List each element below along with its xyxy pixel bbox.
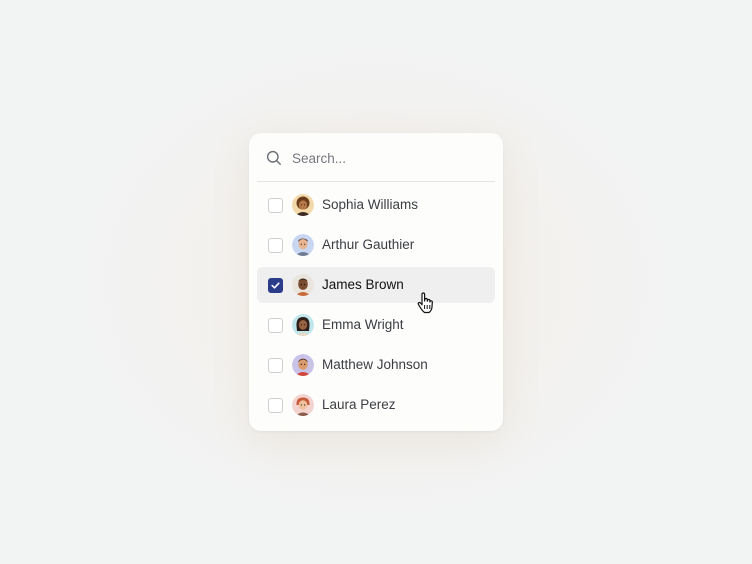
avatar: [292, 194, 314, 216]
checkbox[interactable]: [268, 358, 283, 373]
person-name: Arthur Gauthier: [322, 237, 415, 252]
checkbox[interactable]: [268, 238, 283, 253]
search-bar: [257, 133, 495, 182]
avatar: [292, 314, 314, 336]
avatar: [292, 234, 314, 256]
pointer-hand-cursor-icon: [416, 292, 436, 314]
list-item[interactable]: Sophia Williams: [257, 187, 495, 223]
search-input[interactable]: [292, 147, 482, 169]
people-list: Sophia Williams Arthur Gauthier James Br…: [257, 187, 495, 427]
checkbox[interactable]: [268, 278, 283, 293]
avatar: [292, 274, 314, 296]
checkbox[interactable]: [268, 198, 283, 213]
list-item[interactable]: Matthew Johnson: [257, 347, 495, 383]
list-item[interactable]: Laura Perez: [257, 387, 495, 423]
list-item[interactable]: James Brown: [257, 267, 495, 303]
checkbox[interactable]: [268, 398, 283, 413]
avatar: [292, 354, 314, 376]
person-name: Laura Perez: [322, 397, 396, 412]
list-item[interactable]: Emma Wright: [257, 307, 495, 343]
check-icon: [271, 282, 280, 289]
avatar: [292, 394, 314, 416]
person-name: Matthew Johnson: [322, 357, 428, 372]
person-name: Sophia Williams: [322, 197, 419, 212]
person-name: Emma Wright: [322, 317, 404, 332]
search-icon: [266, 150, 282, 166]
people-picker-dropdown: Sophia Williams Arthur Gauthier: [249, 133, 503, 431]
person-name: James Brown: [322, 277, 404, 292]
checkbox[interactable]: [268, 318, 283, 333]
list-item[interactable]: Arthur Gauthier: [257, 227, 495, 263]
